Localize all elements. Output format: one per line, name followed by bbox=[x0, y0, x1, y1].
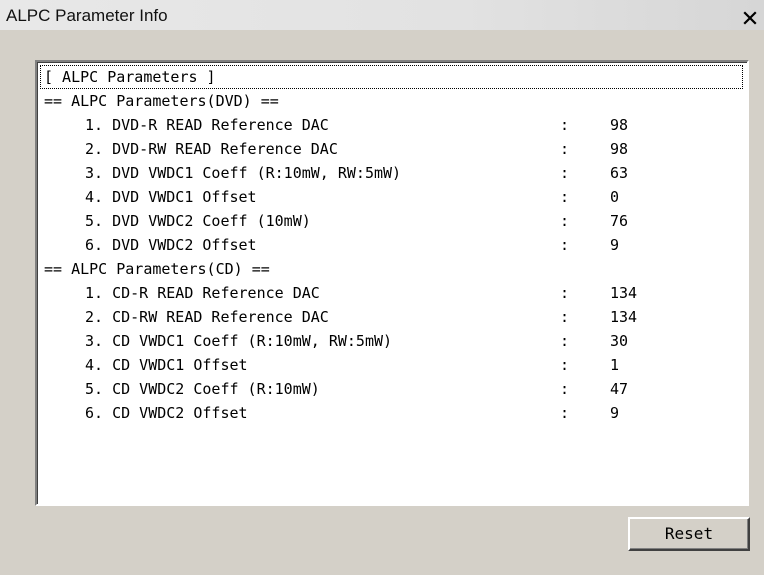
param-value: 98 bbox=[610, 116, 629, 134]
param-value: 9 bbox=[610, 236, 620, 254]
param-label: 3. DVD VWDC1 Coeff (R:10mW, RW:5mW) bbox=[85, 164, 402, 182]
param-label: 4. CD VWDC1 Offset bbox=[85, 356, 248, 374]
param-label: 3. CD VWDC1 Coeff (R:10mW, RW:5mW) bbox=[85, 332, 393, 350]
param-separator: : bbox=[560, 356, 570, 374]
param-label: 2. CD-RW READ Reference DAC bbox=[85, 308, 329, 326]
param-label: 5. DVD VWDC2 Coeff (10mW) bbox=[85, 212, 311, 230]
param-separator: : bbox=[560, 116, 570, 134]
param-value: 30 bbox=[610, 332, 629, 350]
param-separator: : bbox=[560, 404, 570, 422]
param-value: 134 bbox=[610, 308, 638, 326]
list-item[interactable]: 3. CD VWDC1 Coeff (R:10mW, RW:5mW) : 30 bbox=[40, 329, 745, 353]
list-item[interactable]: 4. DVD VWDC1 Offset : 0 bbox=[40, 185, 745, 209]
list-item[interactable]: 6. DVD VWDC2 Offset : 9 bbox=[40, 233, 745, 257]
list-item[interactable]: 5. DVD VWDC2 Coeff (10mW) : 76 bbox=[40, 209, 745, 233]
param-label: 2. DVD-RW READ Reference DAC bbox=[85, 140, 338, 158]
window-title: ALPC Parameter Info bbox=[6, 6, 168, 25]
param-label: 1. CD-R READ Reference DAC bbox=[85, 284, 320, 302]
list-item-header[interactable]: [ ALPC Parameters ] bbox=[40, 65, 743, 89]
list-item[interactable]: 2. CD-RW READ Reference DAC : 134 bbox=[40, 305, 745, 329]
param-value: 0 bbox=[610, 188, 620, 206]
param-label: 1. DVD-R READ Reference DAC bbox=[85, 116, 329, 134]
param-separator: : bbox=[560, 164, 570, 182]
close-icon bbox=[743, 11, 757, 25]
list-item[interactable]: 3. DVD VWDC1 Coeff (R:10mW, RW:5mW) : 63 bbox=[40, 161, 745, 185]
param-separator: : bbox=[560, 188, 570, 206]
param-label: 6. DVD VWDC2 Offset bbox=[85, 236, 257, 254]
list-item-dvd-section[interactable]: == ALPC Parameters(DVD) == bbox=[40, 89, 745, 113]
alpc-parameter-dialog: ALPC Parameter Info [ ALPC Parameters ] … bbox=[0, 0, 764, 575]
param-value: 98 bbox=[610, 140, 629, 158]
param-separator: : bbox=[560, 236, 570, 254]
param-value: 1 bbox=[610, 356, 620, 374]
list-item[interactable]: 4. CD VWDC1 Offset : 1 bbox=[40, 353, 745, 377]
param-separator: : bbox=[560, 212, 570, 230]
param-label: 4. DVD VWDC1 Offset bbox=[85, 188, 257, 206]
param-value: 134 bbox=[610, 284, 638, 302]
parameter-listbox[interactable]: [ ALPC Parameters ] == ALPC Parameters(D… bbox=[35, 60, 749, 506]
list-item[interactable]: 2. DVD-RW READ Reference DAC : 98 bbox=[40, 137, 745, 161]
list-item[interactable]: 6. CD VWDC2 Offset : 9 bbox=[40, 401, 745, 425]
param-label: 5. CD VWDC2 Coeff (R:10mW) bbox=[85, 380, 320, 398]
list-item[interactable]: 1. DVD-R READ Reference DAC : 98 bbox=[40, 113, 745, 137]
reset-button[interactable]: Reset bbox=[628, 517, 750, 551]
close-button[interactable] bbox=[740, 8, 760, 28]
param-value: 76 bbox=[610, 212, 629, 230]
param-separator: : bbox=[560, 284, 570, 302]
param-value: 9 bbox=[610, 404, 620, 422]
list-item[interactable]: 1. CD-R READ Reference DAC : 134 bbox=[40, 281, 745, 305]
param-separator: : bbox=[560, 140, 570, 158]
param-label: 6. CD VWDC2 Offset bbox=[85, 404, 248, 422]
list-item-cd-section[interactable]: == ALPC Parameters(CD) == bbox=[40, 257, 745, 281]
param-separator: : bbox=[560, 380, 570, 398]
title-bar[interactable]: ALPC Parameter Info bbox=[0, 0, 764, 30]
param-value: 47 bbox=[610, 380, 629, 398]
param-value: 63 bbox=[610, 164, 629, 182]
param-separator: : bbox=[560, 308, 570, 326]
param-separator: : bbox=[560, 332, 570, 350]
list-item[interactable]: 5. CD VWDC2 Coeff (R:10mW) : 47 bbox=[40, 377, 745, 401]
